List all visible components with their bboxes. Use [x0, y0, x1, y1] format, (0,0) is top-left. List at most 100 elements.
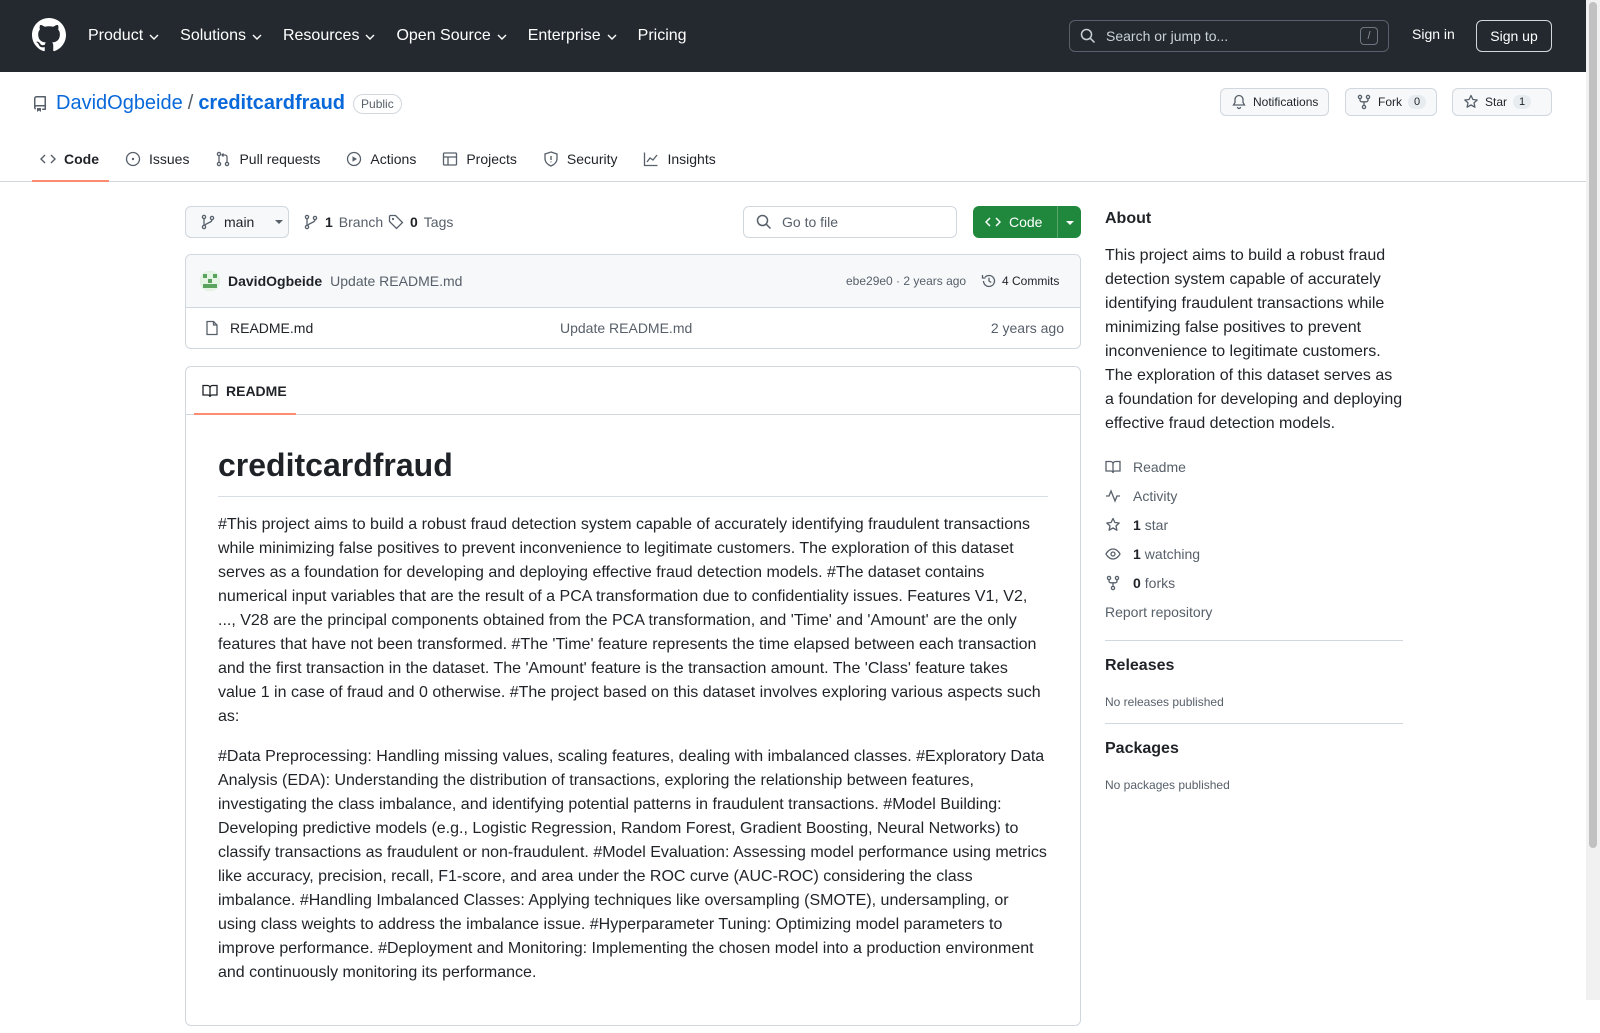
tab-issues[interactable]: Issues [117, 144, 199, 182]
nav-label: Resources [282, 27, 360, 44]
tag-label: Tags [423, 214, 454, 230]
branch-icon [201, 214, 215, 230]
fork-icon [1357, 94, 1371, 110]
watching-link[interactable]: 1 watching [1105, 539, 1403, 568]
caret-down-icon [275, 220, 284, 224]
report-repository-link[interactable]: Report repository [1105, 597, 1403, 626]
star-label: Star [1485, 95, 1508, 109]
tab-pull-requests[interactable]: Pull requests [207, 144, 330, 182]
button-divider [1057, 206, 1058, 238]
nav-resources[interactable]: Resources [283, 24, 376, 48]
file-browser: DavidOgbeide Update README.md ebe29e0 · … [185, 254, 1081, 349]
chevron-down-icon [607, 34, 617, 40]
fork-button[interactable]: Fork 0 [1345, 88, 1438, 116]
watching-count: 1 [1133, 545, 1141, 562]
commit-message-link[interactable]: Update README.md [330, 273, 462, 289]
file-commit-time: 2 years ago [990, 320, 1064, 336]
branch-icon [304, 214, 318, 230]
nav-enterprise[interactable]: Enterprise [528, 24, 618, 48]
chevron-down-icon [365, 34, 375, 40]
code-dropdown-button[interactable]: Code [973, 206, 1081, 238]
nav-open-source[interactable]: Open Source [396, 24, 507, 48]
star-count: 1 [1513, 95, 1532, 109]
current-branch: main [224, 214, 255, 230]
nav-label: Enterprise [527, 27, 601, 44]
repo-header: DavidOgbeide / creditcardfraud Public No… [0, 72, 1586, 182]
packages-section: Packages No packages published [1105, 723, 1403, 792]
chevron-down-icon [149, 34, 159, 40]
star-button[interactable]: Star 1 [1452, 88, 1552, 116]
releases-heading[interactable]: Releases [1105, 657, 1403, 675]
tab-code[interactable]: Code [32, 144, 109, 182]
releases-empty-text: No releases published [1105, 695, 1224, 709]
stars-count: 1 [1133, 516, 1141, 533]
branch-selector[interactable]: main [185, 206, 289, 238]
star-icon [1106, 517, 1120, 531]
fork-label: Fork [1378, 95, 1402, 109]
nav-label: Product [88, 27, 144, 44]
notifications-button[interactable]: Notifications [1220, 88, 1330, 116]
tab-projects[interactable]: Projects [434, 144, 527, 182]
tab-actions[interactable]: Actions [338, 144, 426, 182]
packages-heading[interactable]: Packages [1105, 740, 1403, 758]
author-avatar[interactable] [200, 271, 220, 291]
readme-paragraph: #Data Preprocessing: Handling missing va… [218, 748, 1047, 981]
repo-title: DavidOgbeide / creditcardfraud Public [32, 92, 402, 115]
star-icon [1464, 94, 1478, 108]
scrollbar-thumb[interactable] [1589, 2, 1597, 848]
commits-count-label: 4 Commits [1002, 274, 1060, 288]
watching-label: watching [1144, 545, 1201, 562]
tag-count: 0 [410, 214, 418, 230]
sign-up-button[interactable]: Sign up [1476, 20, 1552, 52]
packages-empty-text: No packages published [1105, 778, 1230, 792]
readme-link[interactable]: Readme [1105, 452, 1403, 481]
repo-name-link[interactable]: creditcardfraud [198, 92, 345, 115]
tab-label: Issues [149, 151, 190, 167]
page-scrollbar[interactable] [1586, 0, 1600, 1000]
tab-security[interactable]: Security [535, 144, 628, 182]
book-icon [1105, 460, 1121, 473]
forks-link[interactable]: 0 forks [1105, 568, 1403, 597]
nav-product[interactable]: Product [88, 24, 160, 48]
readme-tab[interactable]: README [186, 367, 1080, 415]
shield-icon [544, 151, 558, 167]
caret-down-icon [1066, 221, 1074, 225]
repo-tabs: Code Issues Pull requests Actions Projec… [32, 144, 734, 182]
sign-in-link[interactable]: Sign in [1412, 26, 1455, 42]
search-input[interactable]: Search or jump to... / [1069, 20, 1389, 52]
nav-pricing[interactable]: Pricing [638, 24, 687, 48]
pulse-icon [1106, 488, 1120, 503]
chevron-down-icon [252, 34, 262, 40]
latest-commit-row: DavidOgbeide Update README.md ebe29e0 · … [186, 255, 1080, 308]
branches-link[interactable]: 1 Branch [303, 214, 383, 230]
activity-link[interactable]: Activity [1105, 481, 1403, 510]
readme-body: creditcardfraud #This project aims to bu… [186, 415, 1080, 1033]
play-icon [347, 151, 362, 167]
file-commit-message[interactable]: Update README.md [560, 320, 692, 336]
go-to-file-placeholder: Go to file [782, 214, 839, 230]
fork-icon [1106, 575, 1120, 590]
commit-hash-time[interactable]: ebe29e0 · 2 years ago [846, 274, 966, 288]
code-button-label: Code [1009, 214, 1043, 230]
search-icon [1080, 28, 1096, 44]
graph-icon [644, 152, 658, 167]
go-to-file-input[interactable]: Go to file [743, 206, 957, 238]
branch-label: Branch [338, 214, 384, 230]
nav-solutions[interactable]: Solutions [180, 24, 263, 48]
github-logo-icon[interactable] [32, 18, 66, 52]
file-row[interactable]: README.md Update README.md 2 years ago [186, 308, 1080, 348]
file-name-link[interactable]: README.md [230, 320, 313, 336]
commits-history-link[interactable]: 4 Commits [981, 273, 1059, 289]
search-placeholder: Search or jump to... [1106, 28, 1229, 44]
forks-label: forks [1144, 574, 1176, 591]
tags-link[interactable]: 0 Tags [388, 214, 453, 230]
file-icon [206, 320, 218, 336]
tab-label: Code [64, 151, 99, 167]
chevron-down-icon [497, 34, 507, 40]
repo-owner-link[interactable]: DavidOgbeide [56, 92, 183, 115]
bell-icon [1232, 94, 1246, 110]
stars-link[interactable]: 1 star [1105, 510, 1403, 539]
commit-author-link[interactable]: DavidOgbeide [228, 273, 322, 289]
tab-insights[interactable]: Insights [635, 144, 725, 182]
readme-title: creditcardfraud [218, 447, 1048, 497]
